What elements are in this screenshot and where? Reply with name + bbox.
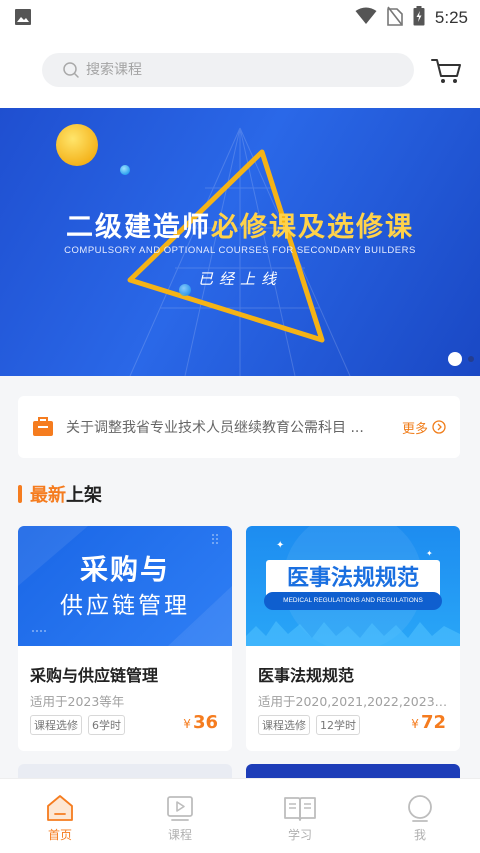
nav-home[interactable]: 首页: [0, 779, 120, 853]
course-price: ¥36: [183, 712, 218, 733]
svg-text:✦: ✦: [426, 549, 433, 558]
search-bar[interactable]: [42, 53, 414, 87]
promo-banner[interactable]: 二级建造师必修课及选修课 COMPULSORY AND OPTIONAL COU…: [0, 108, 480, 376]
wifi-icon: [355, 7, 377, 29]
price-value: 72: [420, 712, 446, 733]
thumbnail-title-line1: 采购与: [79, 553, 170, 586]
more-label: 更多: [401, 421, 428, 437]
banner-title: 二级建造师必修课及选修课: [66, 212, 414, 243]
thumbnail-title-line2: 供应链管理: [60, 593, 190, 619]
course-thumbnail: 采购与 供应链管理: [18, 526, 232, 646]
section-accent-bar: [18, 485, 22, 503]
course-type-tag: 课程选修: [30, 715, 82, 735]
more-link[interactable]: 更多: [402, 418, 446, 437]
book-icon: [284, 797, 316, 821]
svg-text:✦: ✦: [276, 540, 284, 551]
carousel-dot-active[interactable]: [448, 352, 462, 366]
course-title: 医事法规规范: [258, 666, 355, 685]
price-value: 36: [192, 712, 218, 733]
carousel-indicator: [448, 352, 474, 366]
carousel-dot[interactable]: [468, 356, 474, 362]
top-header: [0, 34, 480, 108]
course-tags: 课程选修 12学时: [258, 715, 360, 735]
banner-subtitle: COMPULSORY AND OPTIONAL COURSES FOR SECO…: [64, 245, 416, 256]
status-bar: 5:25: [0, 0, 480, 34]
search-icon: [63, 62, 79, 78]
video-play-icon: [167, 796, 193, 821]
nav-me[interactable]: 我: [360, 779, 480, 853]
image-notification-icon: [14, 8, 32, 30]
search-input[interactable]: [86, 62, 386, 78]
course-tags: 课程选修 6学时: [30, 715, 125, 735]
nav-study-label: 学习: [287, 828, 312, 842]
section-title-highlight: 最新: [30, 485, 66, 506]
nav-study[interactable]: 学习: [240, 779, 360, 853]
shopping-cart-icon[interactable]: [430, 56, 462, 86]
banner-online-text: 已经上线: [197, 270, 282, 288]
course-title: 采购与供应链管理: [30, 666, 159, 685]
course-hours-tag: 6学时: [88, 715, 125, 735]
chevron-right-circle-icon: [432, 420, 446, 434]
nav-courses-label: 课程: [167, 828, 192, 842]
course-applicable-years: 适用于2020,2021,2022,2023,20...: [258, 694, 450, 709]
nav-courses[interactable]: 课程: [120, 779, 240, 853]
course-applicable-years: 适用于2023等年: [30, 694, 125, 709]
clock-time: 5:25: [434, 8, 468, 27]
no-sim-icon: [387, 6, 403, 30]
announcement-bar[interactable]: 关于调整我省专业技术人员继续教育公需科目 ... 更多: [18, 396, 460, 458]
nav-me-label: 我: [413, 828, 426, 842]
section-title: 最新 上架: [18, 482, 102, 506]
bottom-navigation: 首页 课程 学习 我: [0, 778, 480, 853]
briefcase-icon: [33, 417, 53, 436]
user-icon: [408, 795, 432, 822]
announcement-text[interactable]: 关于调整我省专业技术人员继续教育公需科目 ...: [66, 417, 386, 437]
home-icon: [47, 795, 73, 821]
currency-symbol: ¥: [183, 717, 191, 731]
course-type-tag: 课程选修: [258, 715, 310, 735]
course-price: ¥72: [411, 712, 446, 733]
course-card[interactable]: 采购与 供应链管理 采购与供应链管理 适用于2023等年 课程选修 6学时 ¥3…: [18, 526, 232, 751]
battery-icon: [413, 6, 425, 30]
section-title-rest: 上架: [66, 485, 102, 506]
currency-symbol: ¥: [411, 717, 419, 731]
course-thumbnail: ✦ ✦ 医事法规规范 MEDICAL REGULATIONS AND REGUL…: [246, 526, 460, 646]
course-hours-tag: 12学时: [316, 715, 360, 735]
thumbnail-title-line2: MEDICAL REGULATIONS AND REGULATIONS: [264, 592, 442, 610]
course-card[interactable]: ✦ ✦ 医事法规规范 MEDICAL REGULATIONS AND REGUL…: [246, 526, 460, 751]
nav-home-label: 首页: [47, 828, 72, 842]
